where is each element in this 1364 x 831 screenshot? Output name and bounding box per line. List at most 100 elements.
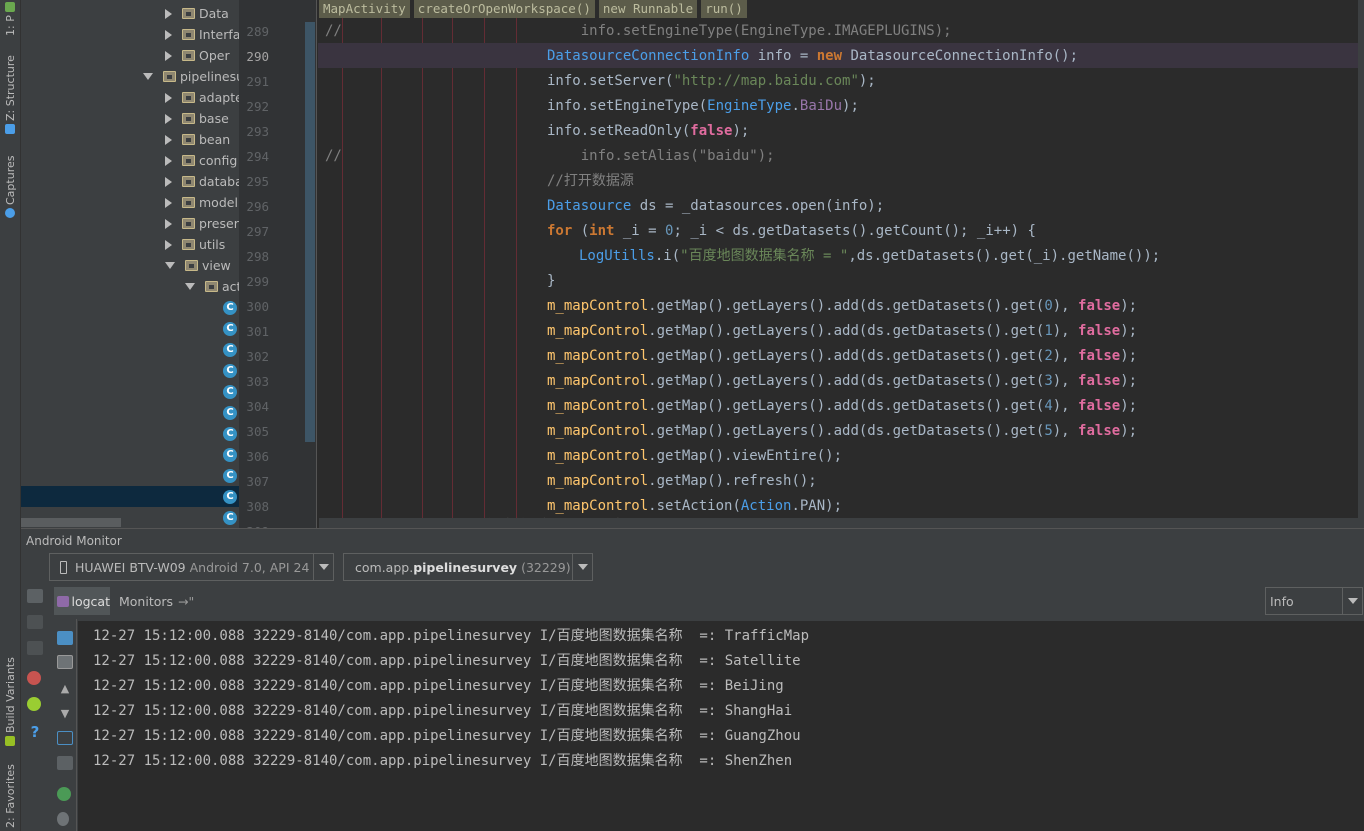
tree-horizontal-scrollbar[interactable] — [21, 518, 121, 527]
tree-class-item[interactable]: C — [223, 339, 237, 360]
code-line-297[interactable]: for (int _i = 0; _i < ds.getDatasets().g… — [547, 219, 1036, 244]
breadcrumb-item[interactable]: MapActivity — [319, 0, 410, 18]
code-line-306[interactable]: m_mapControl.getMap().viewEntire(); — [547, 444, 842, 469]
chevron-down-icon[interactable] — [313, 554, 333, 580]
tab-project[interactable]: 1: P — [2, 2, 19, 36]
chevron-right-icon[interactable] — [165, 155, 172, 166]
folder-icon — [163, 71, 176, 82]
tab-captures[interactable]: Captures — [2, 150, 19, 218]
tab-logcat[interactable]: logcat — [54, 587, 110, 615]
tab-favorites[interactable]: 2: Favorites — [2, 762, 19, 828]
chevron-right-icon[interactable] — [165, 29, 172, 40]
tree-item-config[interactable]: config — [165, 150, 237, 171]
tree-class-item[interactable]: C — [223, 360, 237, 381]
tree-item-utils[interactable]: utils — [165, 234, 225, 255]
code-line-301[interactable]: m_mapControl.getMap().getLayers().add(ds… — [547, 319, 1137, 344]
editor-horizontal-scrollbar[interactable] — [319, 518, 1364, 528]
gc-icon[interactable] — [27, 697, 41, 711]
gear-icon[interactable] — [57, 812, 69, 826]
code-line-299[interactable]: } — [547, 269, 555, 294]
soft-wrap-icon[interactable] — [57, 731, 73, 745]
tab-monitors[interactable]: Monitors →" — [113, 587, 194, 615]
scroll-to-end-icon[interactable] — [57, 655, 73, 669]
screenshot-icon[interactable] — [27, 589, 43, 603]
code-line-305[interactable]: m_mapControl.getMap().getLayers().add(ds… — [547, 419, 1137, 444]
help-icon[interactable]: ? — [27, 723, 43, 741]
tab-build-variants[interactable]: Build Variants — [2, 650, 19, 746]
device-select[interactable]: HUAWEI BTV-W09 Android 7.0, API 24 — [49, 553, 334, 581]
tree-item-base[interactable]: base — [165, 108, 229, 129]
tree-class-item[interactable]: C — [223, 444, 237, 465]
code-editor[interactable]: MapActivity createOrOpenWorkspace() new … — [239, 0, 1364, 528]
fold-marker-bar[interactable] — [305, 22, 315, 442]
chevron-right-icon[interactable] — [165, 8, 172, 19]
chevron-down-icon[interactable] — [1342, 588, 1362, 614]
tree-item-presenter[interactable]: preser — [165, 213, 239, 234]
tree-class-item[interactable]: C — [223, 507, 237, 528]
chevron-down-icon[interactable] — [165, 262, 175, 269]
indent-guide — [452, 0, 453, 528]
tree-item-activity[interactable]: act — [185, 276, 239, 297]
chevron-right-icon[interactable] — [165, 218, 172, 229]
clear-log-icon[interactable] — [57, 631, 73, 645]
chevron-right-icon[interactable] — [165, 50, 172, 61]
tree-item-data[interactable]: Data — [165, 3, 229, 24]
tree-item-interfaces[interactable]: Interfa — [165, 24, 239, 45]
tree-item-oper[interactable]: Oper — [165, 45, 230, 66]
process-select[interactable]: com.app. pipelinesurvey (32229) — [343, 553, 593, 581]
tree-item-bean[interactable]: bean — [165, 129, 230, 150]
chevron-right-icon[interactable] — [165, 113, 172, 124]
system-info-icon[interactable] — [27, 641, 43, 655]
arrow-up-icon[interactable]: ▲ — [57, 681, 73, 695]
tree-class-item[interactable]: C — [223, 423, 237, 444]
code-line-307[interactable]: m_mapControl.getMap().refresh(); — [547, 469, 817, 494]
code-line-294[interactable]: info.setAlias("baidu"); — [547, 144, 775, 169]
tree-class-item-selected[interactable]: C — [223, 486, 237, 507]
tab-structure[interactable]: Z: Structure — [2, 52, 19, 134]
tree-class-item[interactable]: C — [223, 297, 237, 318]
breadcrumb-item[interactable]: new Runnable — [598, 0, 698, 18]
logcat-output[interactable]: 12-27 15:12:00.088 32229-8140/com.app.pi… — [78, 621, 1364, 831]
breadcrumb-item[interactable]: createOrOpenWorkspace() — [413, 0, 595, 18]
log-level-select[interactable]: Info — [1265, 587, 1363, 615]
code-line-300[interactable]: m_mapControl.getMap().getLayers().add(ds… — [547, 294, 1137, 319]
breadcrumb-item[interactable]: run() — [701, 0, 747, 18]
restart-icon[interactable] — [57, 787, 71, 801]
chevron-right-icon[interactable] — [165, 239, 172, 250]
tree-class-item[interactable]: C — [223, 465, 237, 486]
code-line-292[interactable]: info.setEngineType(EngineType.BaiDu); — [547, 94, 859, 119]
tree-item-pipelinesurvey[interactable]: pipelinesu — [143, 66, 239, 87]
code-line-296[interactable]: Datasource ds = _datasources.open(info); — [547, 194, 884, 219]
tree-class-item[interactable]: C — [223, 318, 237, 339]
tree-selected-row[interactable] — [21, 486, 239, 507]
terminate-icon[interactable] — [27, 671, 41, 685]
code-line-293[interactable]: info.setReadOnly(false); — [547, 119, 749, 144]
code-line-298[interactable]: LogUtills.i("百度地图数据集名称 = ",ds.getDataset… — [579, 244, 1160, 269]
code-line-295[interactable]: //打开数据源 — [547, 169, 634, 194]
code-line-304[interactable]: m_mapControl.getMap().getLayers().add(ds… — [547, 394, 1137, 419]
code-line-291[interactable]: info.setServer("http://map.baidu.com"); — [547, 69, 876, 94]
chevron-right-icon[interactable] — [165, 197, 172, 208]
arrow-down-icon[interactable]: ▼ — [57, 706, 73, 720]
code-line-303[interactable]: m_mapControl.getMap().getLayers().add(ds… — [547, 369, 1137, 394]
tree-item-model[interactable]: model — [165, 192, 238, 213]
code-token: .getMap().getLayers().add(ds.getDatasets… — [648, 373, 1045, 389]
record-icon[interactable] — [27, 615, 43, 629]
code-line-302[interactable]: m_mapControl.getMap().getLayers().add(ds… — [547, 344, 1137, 369]
chevron-down-icon[interactable] — [572, 554, 592, 580]
code-line-290[interactable]: DatasourceConnectionInfo info = new Data… — [547, 44, 1078, 69]
code-token-type: EngineType — [707, 98, 792, 114]
tree-class-item[interactable]: C — [223, 381, 237, 402]
tree-class-item[interactable]: C — [223, 402, 237, 423]
tree-item-database[interactable]: databa — [165, 171, 239, 192]
code-line-289[interactable]: info.setEngineType(EngineType.IMAGEPLUGI… — [547, 19, 952, 44]
tree-item-adapter[interactable]: adapte — [165, 87, 239, 108]
chevron-down-icon[interactable] — [143, 73, 153, 80]
chevron-down-icon[interactable] — [185, 283, 195, 290]
chevron-right-icon[interactable] — [165, 92, 172, 103]
print-icon[interactable] — [57, 756, 73, 770]
chevron-right-icon[interactable] — [165, 176, 172, 187]
tree-item-view[interactable]: view — [165, 255, 231, 276]
line-number: 294 — [246, 149, 269, 164]
chevron-right-icon[interactable] — [165, 134, 172, 145]
